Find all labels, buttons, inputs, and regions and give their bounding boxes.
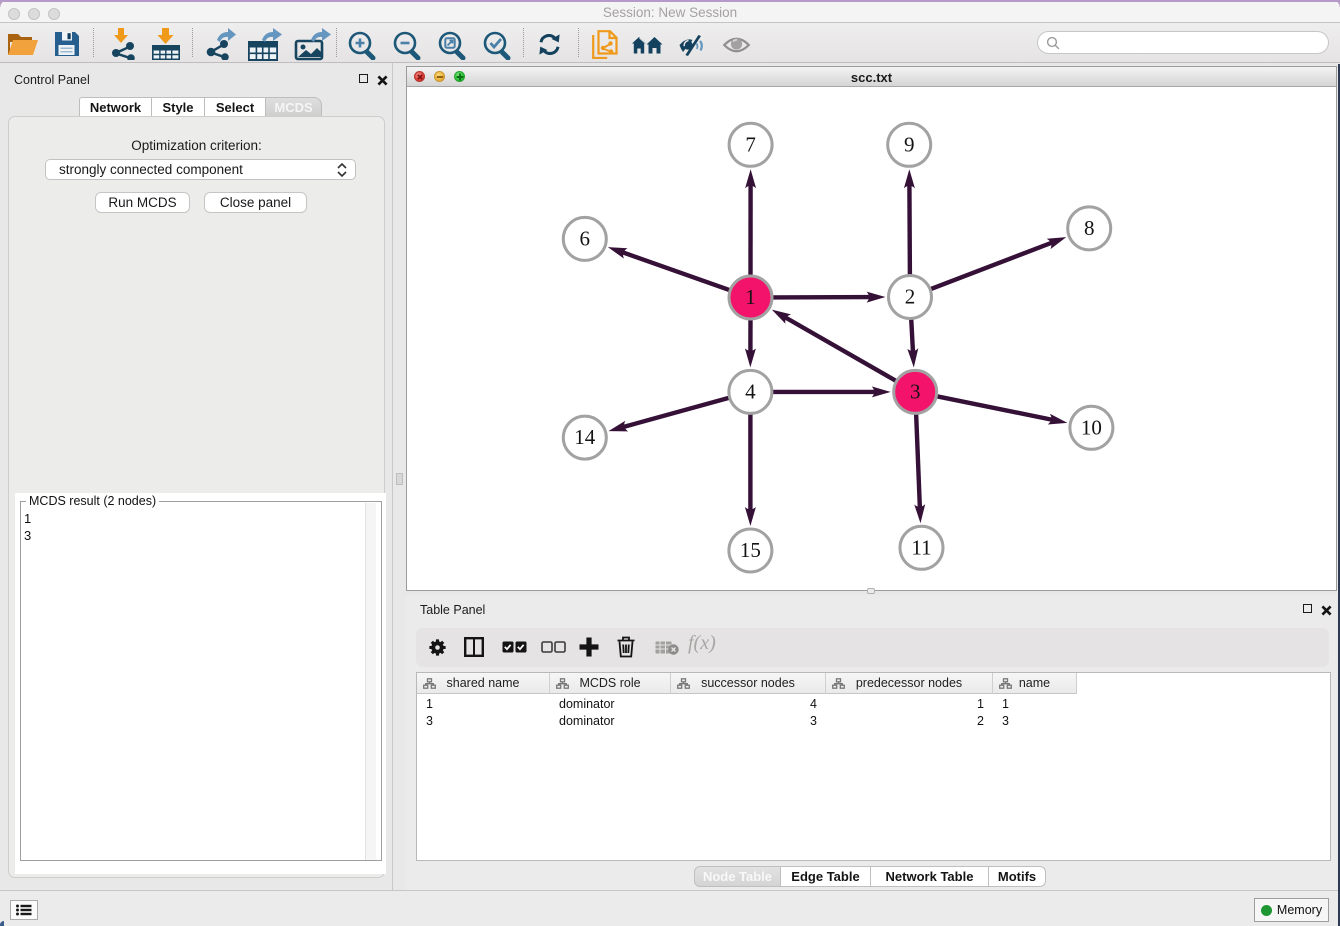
svg-text:11: 11 [911, 535, 931, 559]
svg-text:8: 8 [1084, 216, 1095, 240]
svg-text:15: 15 [740, 538, 761, 562]
svg-text:2: 2 [905, 285, 916, 309]
svg-text:14: 14 [574, 425, 596, 449]
svg-text:7: 7 [745, 132, 756, 156]
svg-text:3: 3 [910, 379, 921, 403]
svg-text:10: 10 [1081, 415, 1102, 439]
svg-text:6: 6 [580, 226, 591, 250]
svg-text:9: 9 [904, 132, 915, 156]
svg-text:4: 4 [745, 379, 756, 403]
svg-text:1: 1 [745, 285, 756, 309]
